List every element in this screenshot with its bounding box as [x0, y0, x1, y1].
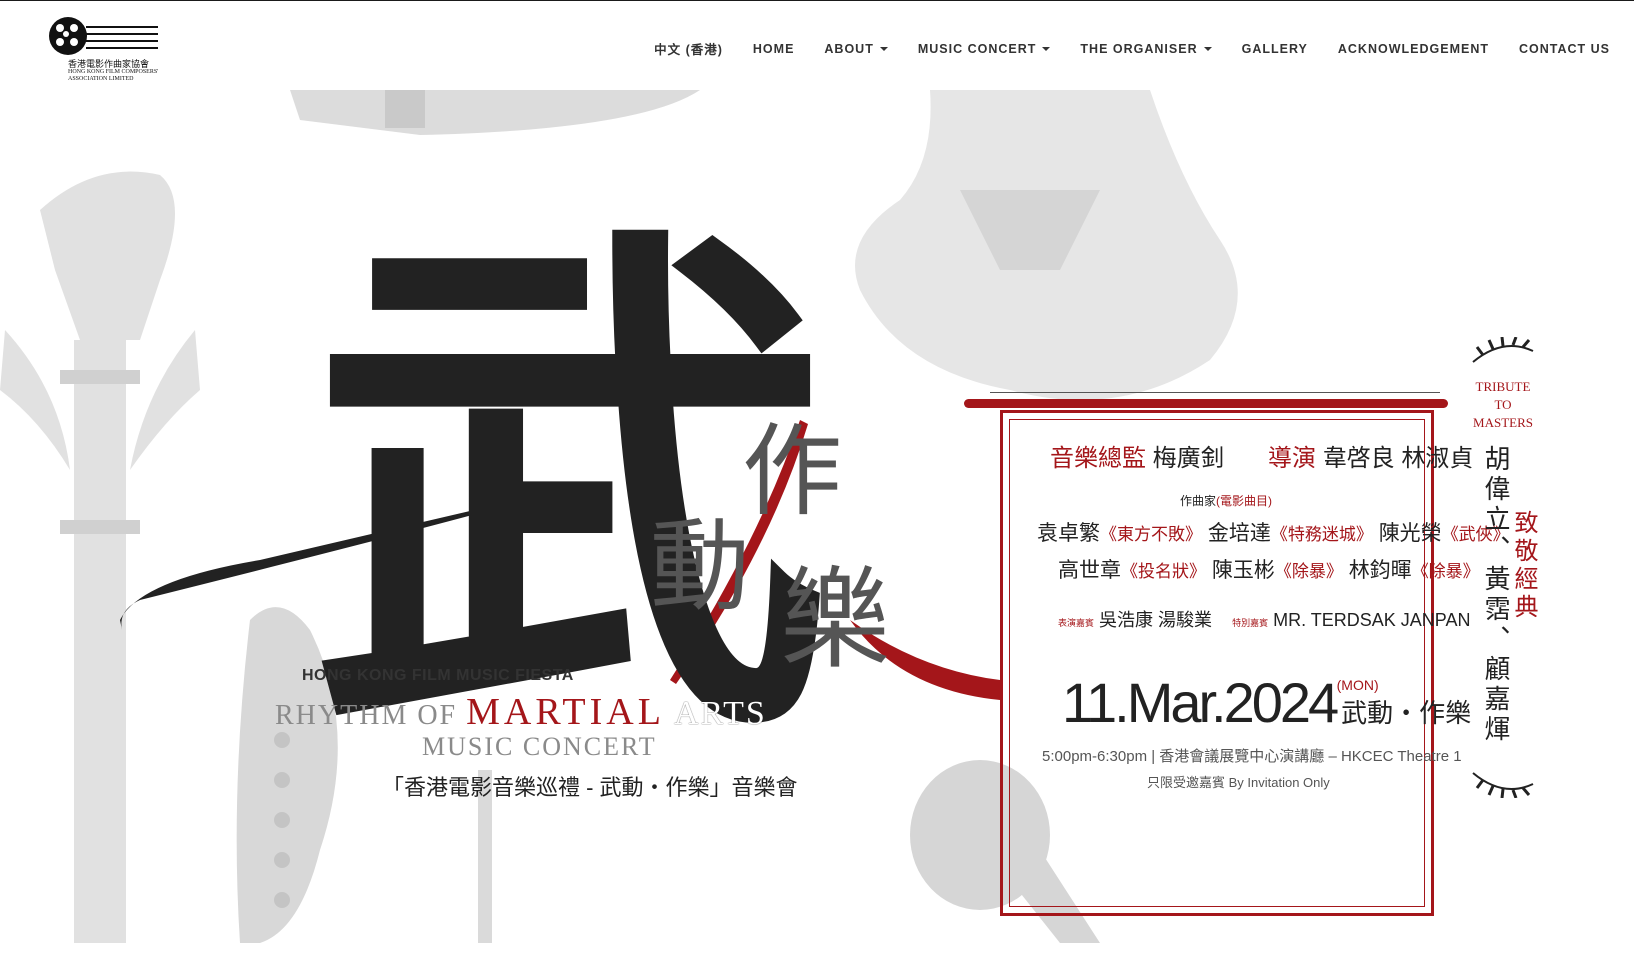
nav-gallery[interactable]: GALLERY [1242, 39, 1308, 58]
special-guest-name: MR. TERDSAK JANPAN [1273, 610, 1471, 630]
event-date: 11.Mar.2024 [1062, 671, 1339, 734]
hkfca-logo[interactable]: 香港電影作曲家協會 HONG KONG FILM COMPOSERS' ASSO… [46, 15, 186, 83]
main-nav: 中文 (香港) HOME ABOUT MUSIC CONCERT THE ORG… [624, 39, 1610, 58]
laurel-bottom-icon [1472, 772, 1534, 798]
composer-name: 陳玉彬 [1211, 559, 1275, 582]
composer-row-1: 袁卓繁《東方不敗》 金培達《特務迷城》 陳光榮《武俠》 [1037, 517, 1510, 547]
nav-music-concert[interactable]: MUSIC CONCERT [918, 39, 1051, 58]
caret-down-icon [1203, 46, 1212, 51]
composers-label: 作曲家 [1180, 494, 1217, 508]
page-bottom-band [0, 943, 1634, 963]
nav-language[interactable]: 中文 (香港) [654, 39, 723, 58]
composers-heading: 作曲家(電影曲目) [1180, 492, 1272, 509]
nav-about[interactable]: ABOUT [824, 39, 888, 58]
invitation-note: 只限受邀嘉賓 By Invitation Only [1147, 775, 1330, 790]
rhythm-title: RHYTHM OF MARTIAL ARTS [275, 690, 767, 734]
tribute-heading: TRIBUTE TO MASTERS [1468, 378, 1538, 432]
caret-down-icon [879, 46, 888, 51]
nav-label: MUSIC CONCERT [917, 41, 1037, 56]
composer-film: 《特務迷城》 [1270, 525, 1373, 544]
hero-banner: 武 作 動 樂 HONG KONG FILM MUSIC FIESTA RHYT… [0, 90, 1634, 943]
nav-label: THE ORGANISER [1080, 41, 1198, 56]
time-venue: 5:00pm-6:30pm | 香港會議展覽中心演講廳 – HKCEC Thea… [1042, 748, 1462, 765]
film-reel-icon [49, 17, 87, 55]
composer-film: 《東方不敗》 [1100, 525, 1202, 544]
staff-lines-icon [86, 26, 158, 56]
composer-name: 高世章 [1058, 559, 1121, 582]
nav-organiser[interactable]: THE ORGANISER [1080, 39, 1212, 58]
date-line: 11.Mar.2024 (MON) 武動・作樂 [1062, 670, 1471, 735]
site-header: 香港電影作曲家協會 HONG KONG FILM COMPOSERS' ASSO… [0, 1, 1634, 89]
composer-name: 陳光榮 [1378, 522, 1442, 545]
nav-label: 中文 (香港) [654, 43, 723, 57]
music-director-name: 梅廣釗 [1152, 445, 1225, 472]
composer-row-2: 高世章《投名狀》 陳玉彬《除暴》 林鈞暉《除暴》 [1058, 554, 1480, 584]
tribute-line1: TRIBUTE [1475, 379, 1531, 394]
tribute-line2: TO [1494, 397, 1512, 412]
card-top-line [990, 392, 1440, 393]
laurel-top-icon [1472, 337, 1534, 363]
rhythm-of-text: RHYTHM OF [275, 700, 458, 731]
nav-contact[interactable]: CONTACT US [1519, 39, 1610, 58]
concert-info-card [1000, 410, 1434, 916]
guests-line: 表演嘉賓 吳浩康 湯駿業 特別嘉賓 MR. TERDSAK JANPAN [1058, 606, 1470, 632]
director-line: 音樂總監 梅廣釗 導演 韋啓良 林淑貞 [1050, 438, 1473, 473]
music-concert-title: MUSIC CONCERT [422, 732, 657, 761]
arts-text: ARTS [673, 695, 767, 732]
logo-en-line2: ASSOCIATION LIMITED [68, 76, 134, 82]
logo-en-line1: HONG KONG FILM COMPOSERS' [68, 69, 159, 75]
calligraphy-dong: 動 [650, 508, 750, 625]
event-weekday: (MON) [1336, 677, 1379, 693]
calligraphy-zuo: 作 [742, 413, 842, 530]
director-label: 導演 [1268, 445, 1317, 472]
tribute-salute: 致敬經典 [1510, 510, 1537, 622]
nav-label: ACKNOWLEDGEMENT [1337, 41, 1489, 56]
nav-label: CONTACT US [1518, 41, 1610, 56]
composer-film: 《除暴》 [1411, 562, 1480, 581]
composer-name: 金培達 [1207, 522, 1271, 545]
director-names: 韋啓良 林淑貞 [1322, 445, 1474, 472]
composer-film: 《投名狀》 [1121, 562, 1206, 581]
fiesta-subtitle: HONG KONG FILM MUSIC FIESTA [302, 667, 574, 684]
chinese-concert-title: 「香港電影音樂巡禮 - 武動・作樂」音樂會 [382, 775, 798, 800]
guest-names: 吳浩康 湯駿業 [1099, 610, 1213, 630]
nav-label: HOME [752, 41, 795, 56]
composers-sub: (電影曲目) [1216, 494, 1273, 508]
guest-label: 表演嘉賓 [1058, 618, 1095, 628]
logo-en-text: HONG KONG FILM COMPOSERS' ASSOCIATION LI… [68, 69, 188, 83]
martial-text: MARTIAL [466, 691, 665, 733]
composer-film: 《除暴》 [1274, 562, 1343, 581]
nav-home[interactable]: HOME [753, 39, 795, 58]
nav-label: GALLERY [1241, 41, 1308, 56]
special-guest-label: 特別嘉賓 [1232, 618, 1269, 628]
nav-acknowledgement[interactable]: ACKNOWLEDGEMENT [1338, 39, 1489, 58]
tribute-line3: MASTERS [1473, 415, 1533, 430]
composer-name: 林鈞暉 [1348, 559, 1412, 582]
calligraphy-le: 樂 [780, 556, 890, 684]
composer-name: 袁卓繁 [1037, 522, 1100, 545]
card-scroll-bar [964, 399, 1448, 408]
caret-down-icon [1042, 46, 1051, 51]
music-director-label: 音樂總監 [1050, 445, 1146, 472]
event-name: 武動・作樂 [1341, 698, 1472, 728]
nav-label: ABOUT [824, 41, 874, 56]
